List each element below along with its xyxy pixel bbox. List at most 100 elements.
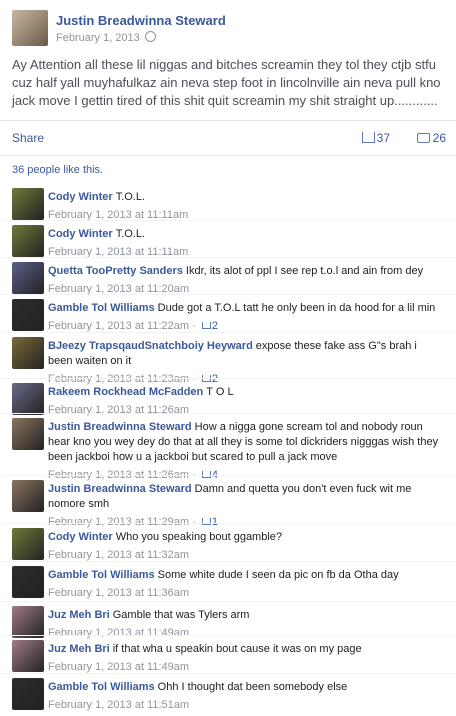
commenter-avatar[interactable]	[12, 383, 44, 415]
comment-line: BJeezy TrapsqaudSnatchboiy Heyward expose…	[48, 339, 444, 369]
post-date[interactable]: February 1, 2013	[56, 31, 156, 44]
comment-line: Quetta TooPretty Sanders Ikdr, its alot o…	[48, 264, 444, 279]
commenter-name[interactable]: Cody Winter	[48, 228, 113, 240]
comment-timestamp[interactable]: February 1, 2013 at 11:22am	[48, 320, 189, 332]
post-date-text[interactable]: February 1, 2013	[56, 32, 140, 44]
author-avatar[interactable]	[12, 10, 48, 46]
comment-meta: February 1, 2013 at 11:36am	[48, 586, 444, 601]
comment-timestamp[interactable]: February 1, 2013 at 11:23am	[48, 373, 189, 385]
post-header: Justin Breadwinna Steward February 1, 20…	[12, 10, 442, 50]
comment-meta: February 1, 2013 at 11:26am	[48, 403, 444, 418]
comment-like-count[interactable]: 2	[212, 320, 218, 332]
comment-divider	[0, 378, 456, 379]
comment-line: Justin Breadwinna Steward How a nigga gon…	[48, 420, 444, 465]
like-summary[interactable]: 36 people like this.	[12, 164, 103, 176]
post-body: Ay Attention all these lil niggas and bi…	[12, 57, 441, 108]
comment-content: Juz Meh Bri if that wha u speakin bout ca…	[48, 642, 444, 675]
commenter-name[interactable]: Juz Meh Bri	[48, 609, 110, 621]
commenter-name[interactable]: Cody Winter	[48, 531, 113, 543]
comment-timestamp[interactable]: February 1, 2013 at 11:51am	[48, 699, 189, 711]
comment-divider	[0, 475, 456, 476]
comment-timestamp[interactable]: February 1, 2013 at 11:49am	[48, 627, 189, 639]
comment-line: Juz Meh Bri if that wha u speakin bout ca…	[48, 642, 444, 657]
commenter-name[interactable]: Cody Winter	[48, 191, 113, 203]
commenter-name[interactable]: Gamble Tol Williams	[48, 569, 155, 581]
comment-text: Ikdr, its alot of ppl I see rep t.o.l an…	[185, 265, 424, 277]
commenter-avatar[interactable]	[12, 299, 44, 331]
comment-like-count[interactable]: 1	[212, 516, 218, 528]
comment-like-count[interactable]: 2	[212, 373, 218, 385]
comment-count-value[interactable]: 26	[433, 131, 446, 145]
like-icon	[201, 322, 211, 329]
comment-timestamp[interactable]: February 1, 2013 at 11:49am	[48, 661, 189, 673]
commenter-name[interactable]: Rakeem Rockhead McFadden	[48, 386, 203, 398]
meta-separator: ·	[189, 320, 199, 332]
comment-timestamp[interactable]: February 1, 2013 at 11:26am	[48, 404, 189, 416]
commenter-name[interactable]: Juz Meh Bri	[48, 643, 110, 655]
comment-content: Juz Meh Bri Gamble that was Tylers arm Feb…	[48, 608, 444, 641]
commenter-name[interactable]: Justin Breadwinna Steward	[48, 421, 192, 433]
comment-text: T.O.L.	[115, 228, 146, 240]
commenter-avatar[interactable]	[12, 418, 44, 450]
author-name[interactable]: Justin Breadwinna Steward	[56, 13, 226, 28]
comment-divider	[0, 332, 456, 333]
commenter-name[interactable]: Justin Breadwinna Steward	[48, 483, 192, 495]
comment-content: Gamble Tol Williams Ohh I thought dat bee…	[48, 680, 444, 713]
commenter-avatar[interactable]	[12, 640, 44, 672]
comment-content: Justin Breadwinna Steward How a nigga gon…	[48, 420, 444, 483]
comment-meta: February 1, 2013 at 11:51am	[48, 698, 444, 713]
comment-divider	[0, 413, 456, 414]
comment-content: Cody Winter Who you speaking bout ggamble…	[48, 530, 444, 563]
commenter-avatar[interactable]	[12, 337, 44, 369]
commenter-name[interactable]: Gamble Tol Williams	[48, 302, 155, 314]
commenter-avatar[interactable]	[12, 225, 44, 257]
commenter-avatar[interactable]	[12, 480, 44, 512]
facebook-post: Justin Breadwinna Steward February 1, 20…	[0, 0, 456, 716]
comment-content: Quetta TooPretty Sanders Ikdr, its alot o…	[48, 264, 444, 297]
commenter-name[interactable]: Quetta TooPretty Sanders	[48, 265, 183, 277]
comment-text: Who you speaking bout ggamble?	[115, 531, 283, 543]
comment-line: Gamble Tol Williams Ohh I thought dat bee…	[48, 680, 444, 695]
commenter-avatar[interactable]	[12, 566, 44, 598]
like-count[interactable]: 37	[361, 131, 390, 145]
comment-content: BJeezy TrapsqaudSnatchboiy Heyward expose…	[48, 339, 444, 387]
commenter-avatar[interactable]	[12, 188, 44, 220]
comment-timestamp[interactable]: February 1, 2013 at 11:36am	[48, 587, 189, 599]
comment-divider	[0, 673, 456, 674]
comment-timestamp[interactable]: February 1, 2013 at 11:29am	[48, 516, 189, 528]
comment-text: T O L	[206, 386, 234, 398]
comment-timestamp[interactable]: February 1, 2013 at 11:32am	[48, 549, 189, 561]
comment-text: Dude got a T.O.L tatt he only been in da…	[157, 302, 436, 314]
comment-text: Gamble that was Tylers arm	[112, 609, 250, 621]
comment-divider	[0, 561, 456, 562]
globe-icon	[144, 31, 156, 42]
comment-divider	[0, 601, 456, 602]
comment-line: Juz Meh Bri Gamble that was Tylers arm	[48, 608, 444, 623]
comment-content: Gamble Tol Williams Some white dude I see…	[48, 568, 444, 601]
commenter-name[interactable]: Gamble Tol Williams	[48, 681, 155, 693]
comment-icon	[416, 133, 430, 143]
comment-text: if that wha u speakin bout cause it was …	[112, 643, 362, 655]
comment-count[interactable]: 26	[416, 131, 446, 145]
commenter-avatar[interactable]	[12, 528, 44, 560]
comment-divider	[0, 257, 456, 258]
like-count-value[interactable]: 37	[377, 131, 390, 145]
comment-line: Gamble Tol Williams Dude got a T.O.L tatt…	[48, 301, 444, 316]
commenter-avatar[interactable]	[12, 606, 44, 638]
comment-divider	[0, 635, 456, 636]
comment-content: Cody Winter T.O.L. February 1, 2013 at 11:…	[48, 227, 444, 260]
comment-content: Gamble Tol Williams Dude got a T.O.L tatt…	[48, 301, 444, 334]
comment-divider	[0, 294, 456, 295]
comment-divider	[0, 523, 456, 524]
like-icon	[361, 132, 375, 143]
meta-separator: ·	[189, 516, 199, 528]
comment-content: Cody Winter T.O.L. February 1, 2013 at 11:…	[48, 190, 444, 223]
comment-divider	[0, 220, 456, 221]
comment-line: Cody Winter T.O.L.	[48, 190, 444, 205]
comment-text: Some white dude I seen da pic on fb da O…	[157, 569, 399, 581]
commenter-name[interactable]: BJeezy TrapsqaudSnatchboiy Heyward	[48, 340, 253, 352]
comment-line: Cody Winter Who you speaking bout ggamble…	[48, 530, 444, 545]
share-link[interactable]: Share	[12, 131, 44, 145]
commenter-avatar[interactable]	[12, 678, 44, 710]
commenter-avatar[interactable]	[12, 262, 44, 294]
